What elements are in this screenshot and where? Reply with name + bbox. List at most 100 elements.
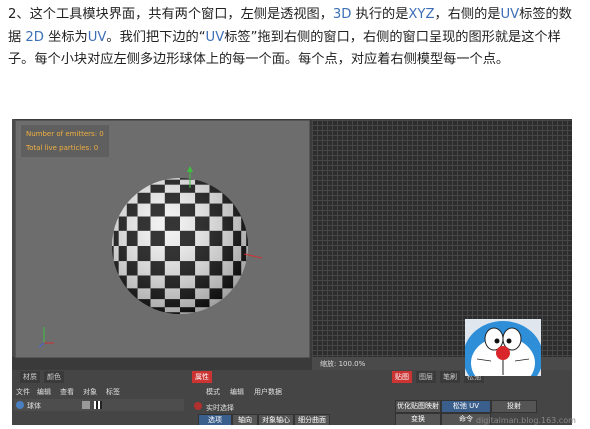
object-name[interactable]: 球体	[27, 401, 41, 411]
menu-file[interactable]: 文件	[16, 387, 30, 397]
description-paragraph: 2、这个工具模块界面，共有两个窗口，左侧是透视图，3D 执行的是XYZ，右侧的是…	[8, 4, 582, 72]
checker-tile	[246, 288, 248, 300]
checker-tile	[113, 312, 119, 314]
checker-tile	[246, 312, 248, 314]
checker-tile	[233, 178, 242, 180]
checker-tile	[246, 275, 248, 289]
checker-tile	[112, 261, 114, 276]
checker-tile	[112, 184, 114, 193]
checker-tile	[113, 288, 119, 300]
checker-tile	[118, 184, 127, 193]
particle-hud: Number of emitters: 0 Total live particl…	[21, 125, 109, 157]
axis-gizmo-icon	[38, 327, 54, 348]
checker-tile	[112, 312, 114, 314]
optimal-mapping-button[interactable]: 优化贴图映射	[395, 400, 441, 413]
checker-tile	[118, 178, 127, 180]
tab-brush[interactable]: 笔刷	[440, 371, 460, 383]
checker-tile	[233, 307, 242, 313]
checker-tile	[222, 184, 234, 193]
checker-tile	[118, 312, 127, 314]
app-screenshot: Number of emitters: 0 Total live particl…	[12, 119, 572, 425]
checker-tile	[241, 275, 247, 289]
checker-tile	[113, 178, 119, 180]
live-selection-icon	[194, 402, 202, 410]
transform-button[interactable]: 变换	[395, 413, 441, 425]
checker-tile	[112, 192, 114, 204]
checker-tile	[241, 307, 247, 313]
checker-tile	[112, 288, 114, 300]
paragraph-text: 2、这个工具模块界面，共有两个窗口，左侧是透视图，	[8, 7, 333, 22]
checker-tile	[241, 179, 247, 185]
checker-tile	[222, 299, 234, 308]
checker-tile	[126, 307, 138, 313]
tab-colors[interactable]: 颜色	[44, 371, 64, 383]
uv-tag-icon[interactable]	[82, 401, 90, 409]
checker-sphere[interactable]	[104, 166, 264, 316]
checker-tile	[137, 307, 151, 313]
sphere-object-icon	[16, 401, 24, 409]
paragraph-text: ，右侧的是	[434, 7, 501, 22]
tab-materials[interactable]: 材质	[20, 371, 40, 383]
checker-tile	[112, 307, 114, 313]
checker-tile	[126, 184, 138, 193]
relax-uv-button[interactable]: 松弛 UV	[441, 400, 491, 413]
subtab-subdivision[interactable]: 细分曲面	[294, 414, 330, 425]
checker-material-icon[interactable]	[94, 401, 102, 409]
checker-tile	[113, 275, 119, 289]
subtab-object-axis[interactable]: 对象轴心	[258, 414, 294, 425]
checker-tile	[246, 179, 248, 185]
highlight-text: 2D	[25, 29, 44, 45]
checker-tile	[112, 216, 114, 231]
checker-tile	[241, 178, 247, 180]
menu-mode[interactable]: 模式	[206, 387, 220, 397]
subtab-axis[interactable]: 轴向	[232, 414, 258, 425]
checker-tile	[118, 307, 127, 313]
checker-tile	[233, 312, 242, 314]
checker-tile	[112, 178, 114, 180]
projection-button[interactable]: 投射	[491, 400, 537, 413]
perspective-viewport[interactable]: Number of emitters: 0 Total live particl…	[15, 120, 310, 358]
menu-view[interactable]: 查看	[60, 387, 74, 397]
menu-tags[interactable]: 标签	[106, 387, 120, 397]
paragraph-text: 坐标为	[43, 29, 88, 45]
highlight-text: UV	[205, 29, 225, 45]
checker-tile	[222, 178, 234, 180]
menu-user-data[interactable]: 用户数据	[254, 387, 282, 397]
tab-layers[interactable]: 图层	[416, 371, 436, 383]
checker-tile	[209, 307, 223, 313]
zoom-label: 缩放: 100.0%	[320, 360, 366, 368]
checker-tile	[241, 203, 247, 217]
checker-tile	[112, 299, 114, 308]
menu-edit-attr[interactable]: 编辑	[230, 387, 244, 397]
checker-tile	[209, 312, 223, 314]
checker-tile	[233, 299, 242, 308]
checker-tile	[150, 178, 165, 180]
sphere-shading	[112, 178, 248, 314]
checker-tile	[233, 192, 242, 204]
checker-tile	[118, 179, 127, 185]
checker-tile	[241, 312, 247, 314]
hud-particles-text: Total live particles: 0	[26, 144, 99, 152]
hud-emitters-text: Number of emitters: 0	[26, 130, 104, 138]
checker-tile	[246, 178, 248, 180]
checker-tile	[209, 179, 223, 185]
subtab-options[interactable]: 选项	[198, 414, 232, 425]
tab-attributes[interactable]: 属性	[192, 371, 212, 383]
watermark: digitalman.blog.163.com	[476, 416, 576, 425]
menu-edit[interactable]: 编辑	[37, 387, 51, 397]
checker-tile	[118, 299, 127, 308]
checker-tile	[241, 192, 247, 204]
checker-tile	[118, 288, 127, 300]
checker-tile	[241, 288, 247, 300]
checker-tile	[113, 299, 119, 308]
checker-tile	[222, 307, 234, 313]
live-selection-label[interactable]: 实时选择	[206, 403, 234, 413]
tab-uv-map[interactable]: 贴图	[392, 371, 412, 383]
checker-tile	[126, 299, 138, 308]
menu-object[interactable]: 对象	[83, 387, 97, 397]
checker-tile	[137, 312, 151, 314]
checker-tile	[113, 307, 119, 313]
checker-tile	[126, 179, 138, 185]
checker-tile	[241, 299, 247, 308]
checker-tile	[126, 312, 138, 314]
